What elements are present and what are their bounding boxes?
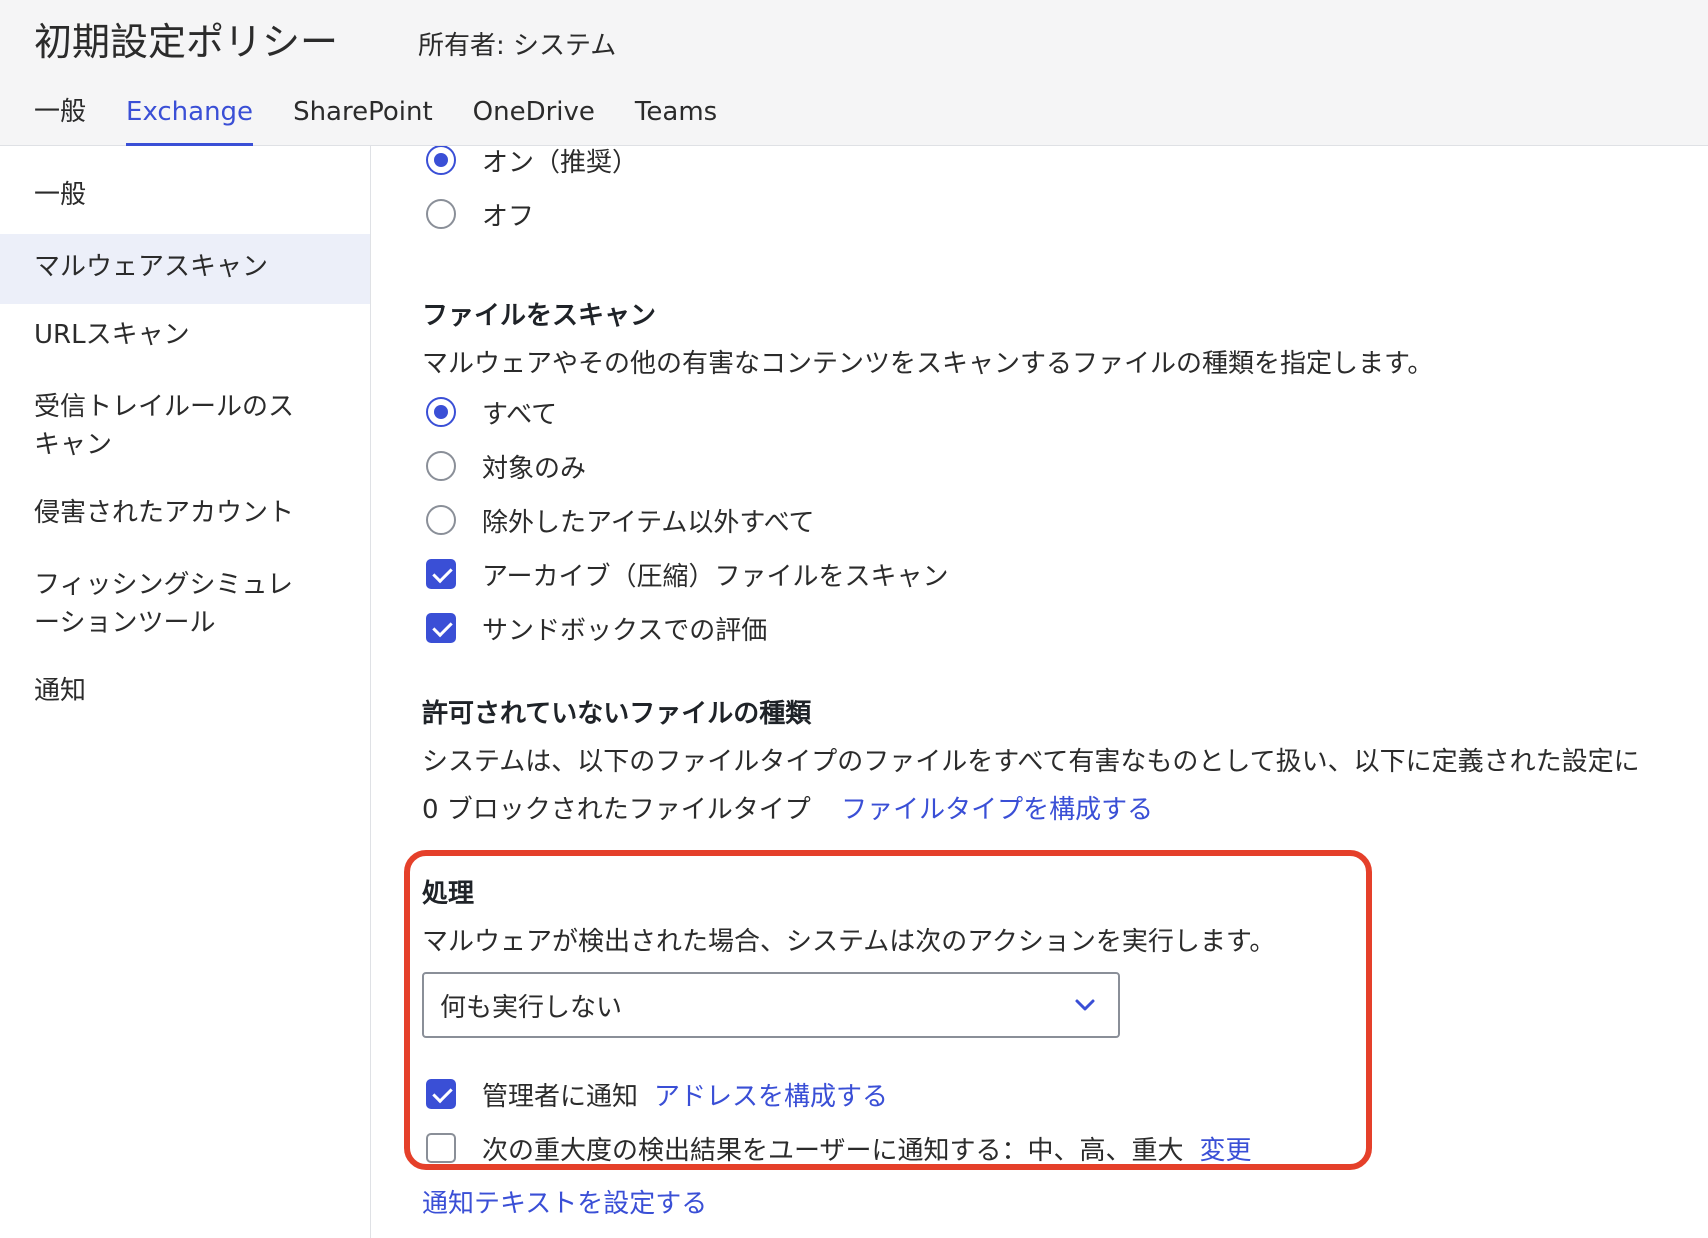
page-header: 初期設定ポリシー 所有者: システム 一般 Exchange SharePoin… — [0, 0, 1708, 146]
file-scan-option-targeted[interactable]: 対象のみ — [426, 446, 586, 486]
change-severity-link[interactable]: 変更 — [1199, 1130, 1251, 1167]
blocked-types-description: システムは、以下のファイルタイプのファイルをすべて有害なものとして扱い、以下に定… — [422, 747, 1640, 777]
notify-admin-checkbox[interactable] — [426, 1079, 456, 1109]
notification-text-link[interactable]: 通知テキストを設定する — [422, 1186, 707, 1222]
sandbox-label: サンドボックスでの評価 — [482, 615, 768, 646]
notify-user-label: 次の重大度の検出結果をユーザーに通知する：中、高、重大 — [482, 1135, 1184, 1166]
scan-on-label: オン（推奨） — [482, 147, 639, 178]
file-scan-all-radio[interactable] — [426, 397, 456, 427]
configure-address-link[interactable]: アドレスを構成する — [654, 1076, 888, 1113]
archive-scan-option[interactable]: アーカイブ（圧縮）ファイルをスキャン — [426, 554, 948, 594]
sandbox-option[interactable]: サンドボックスでの評価 — [426, 608, 767, 648]
main-content: オン（推奨） オフ ファイルをスキャン マルウェアやその他の有害なコンテンツをス… — [372, 146, 1708, 1238]
file-scan-targeted-radio[interactable] — [426, 451, 456, 481]
sidebar-item-url-scan[interactable]: URLスキャン — [0, 316, 370, 354]
notify-admin-label: 管理者に通知 — [482, 1081, 639, 1112]
notify-user-checkbox[interactable] — [426, 1133, 456, 1163]
scan-off-radio[interactable] — [426, 199, 456, 229]
action-select[interactable]: 何も実行しない — [422, 972, 1120, 1038]
sidebar-item-phishing-simulation[interactable]: フィッシングシミュレ ーションツール — [0, 566, 370, 642]
sidebar-item-inbox-rule-scan[interactable]: 受信トレイルールのス キャン — [0, 388, 370, 464]
tab-sharepoint[interactable]: SharePoint — [293, 92, 433, 146]
file-scan-description: マルウェアやその他の有害なコンテンツをスキャンするファイルの種類を指定します。 — [422, 349, 1434, 379]
action-title: 処理 — [422, 879, 475, 909]
file-scan-option-all[interactable]: すべて — [426, 392, 557, 432]
notify-admin-option[interactable]: 管理者に通知 アドレスを構成する — [426, 1074, 888, 1114]
chevron-down-icon — [1075, 999, 1095, 1011]
file-scan-all-label: すべて — [482, 399, 558, 430]
tab-teams[interactable]: Teams — [635, 92, 717, 146]
sidebar-item-compromised-accounts[interactable]: 侵害されたアカウント — [0, 494, 370, 532]
archive-scan-label: アーカイブ（圧縮）ファイルをスキャン — [482, 561, 949, 592]
tab-general[interactable]: 一般 — [34, 92, 86, 146]
blocked-types-title: 許可されていないファイルの種類 — [422, 699, 812, 729]
scan-on-option[interactable]: オン（推奨） — [426, 146, 638, 180]
scan-on-radio[interactable] — [426, 146, 456, 175]
action-select-value: 何も実行しない — [440, 992, 623, 1023]
tab-bar: 一般 Exchange SharePoint OneDrive Teams — [34, 92, 757, 146]
archive-scan-checkbox[interactable] — [426, 559, 456, 589]
configure-file-types-link[interactable]: ファイルタイプを構成する — [841, 795, 1153, 825]
blocked-types-count: 0 ブロックされたファイルタイプ — [422, 795, 811, 825]
scan-off-label: オフ — [482, 201, 535, 232]
file-scan-targeted-label: 対象のみ — [482, 453, 587, 484]
file-scan-except-radio[interactable] — [426, 505, 456, 535]
file-scan-except-label: 除外したアイテム以外すべて — [482, 507, 815, 538]
file-scan-title: ファイルをスキャン — [422, 301, 657, 331]
owner-label: 所有者: システム — [418, 31, 617, 61]
notify-user-option[interactable]: 次の重大度の検出結果をユーザーに通知する：中、高、重大 変更 — [426, 1128, 1252, 1168]
sandbox-checkbox[interactable] — [426, 613, 456, 643]
page-title: 初期設定ポリシー — [34, 20, 339, 64]
tab-onedrive[interactable]: OneDrive — [473, 92, 595, 146]
file-scan-option-except-excluded[interactable]: 除外したアイテム以外すべて — [426, 500, 815, 540]
action-description: マルウェアが検出された場合、システムは次のアクションを実行します。 — [422, 927, 1276, 957]
sidebar-item-malware-scan[interactable]: マルウェアスキャン — [0, 234, 370, 304]
scan-off-option[interactable]: オフ — [426, 194, 534, 234]
tab-exchange[interactable]: Exchange — [126, 92, 254, 146]
sidebar: 一般 マルウェアスキャン URLスキャン 受信トレイルールのス キャン 侵害され… — [0, 146, 371, 1238]
sidebar-item-notifications[interactable]: 通知 — [0, 672, 370, 710]
blocked-types-row: 0 ブロックされたファイルタイプ ファイルタイプを構成する — [422, 792, 1153, 828]
sidebar-item-general[interactable]: 一般 — [0, 176, 370, 214]
